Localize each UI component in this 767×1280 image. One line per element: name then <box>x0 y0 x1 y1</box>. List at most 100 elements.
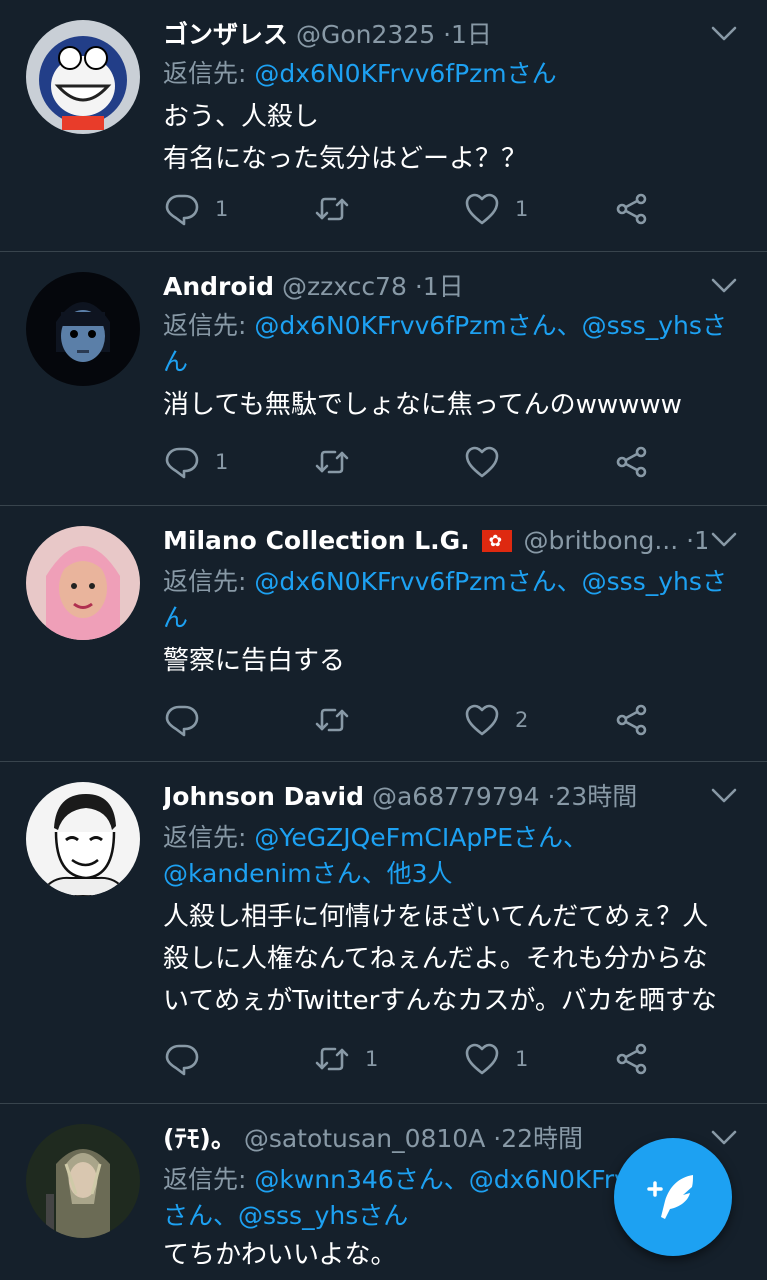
tweet-actions: 2 <box>163 700 663 740</box>
user-handle: @Gon2325 <box>295 20 436 49</box>
tweet-text-line: 有名になった気分はどーよ？？ <box>163 144 528 174</box>
reply-context: 返信先: @dx6N0KFrvv6fPzmさん、@sss_yhsさ ん <box>163 564 737 636</box>
timestamp: 23時間 <box>555 782 638 811</box>
like-button[interactable]: 1 <box>463 189 528 229</box>
user-handle: @britbong... <box>523 526 679 555</box>
timestamp: 1日 <box>451 20 492 49</box>
reply-label: 返信先: <box>163 567 247 596</box>
reply-label: 返信先: <box>163 1165 247 1194</box>
chevron-down-icon[interactable] <box>711 26 737 42</box>
display-name[interactable]: (ﾃﾓ)。 <box>163 1124 236 1153</box>
retweet-button[interactable] <box>313 700 365 740</box>
timestamp: 22時間 <box>501 1124 584 1153</box>
like-count: 1 <box>515 1047 529 1071</box>
tweet[interactable]: Android @zzxcc78 ·1日 返信先: @dx6N0KFrvv6fP… <box>0 252 767 506</box>
user-handle: @a68779794 <box>371 782 540 811</box>
like-button[interactable] <box>463 442 515 482</box>
chevron-down-icon[interactable] <box>711 278 737 294</box>
mention-link[interactable]: @kwnn346さん、@dx6N0KFrv <box>254 1165 629 1194</box>
reply-button[interactable]: 1 <box>163 442 228 482</box>
share-icon <box>613 701 651 739</box>
tweet-header: Johnson David @a68779794 ·23時間 <box>163 780 707 814</box>
tweet-text-line: おう、人殺し <box>163 102 320 132</box>
mention-link[interactable]: @YeGZJQeFmCIApPEさん、 <box>254 823 588 852</box>
mention-link[interactable]: @dx6N0KFrvv6fPzmさん <box>254 59 556 88</box>
tweet-actions: 1 1 <box>163 189 663 229</box>
reply-button[interactable] <box>163 700 215 740</box>
tweet-text: 消しても無駄でしょなに焦ってんのwwwww <box>163 384 741 426</box>
separator-dot: · <box>414 272 423 301</box>
timestamp: 1日 <box>422 272 464 301</box>
tweet-header: Milano Collection L.G. @britbong... ·1日 <box>163 524 707 558</box>
avatar[interactable] <box>26 526 140 640</box>
tweet-text-line: いてめぇがTwitterすんなカスが。バカを晒すな <box>163 986 717 1016</box>
retweet-button[interactable]: 1 <box>313 1039 378 1079</box>
like-button[interactable]: 2 <box>463 700 528 740</box>
avatar[interactable] <box>26 1124 140 1238</box>
like-count: 1 <box>515 197 529 221</box>
mention-link[interactable]: @dx6N0KFrvv6fPzmさん、@sss_yhsさ <box>254 567 727 596</box>
tweet[interactable]: Johnson David @a68779794 ·23時間 返信先: @YeG… <box>0 762 767 1104</box>
heart-icon <box>463 701 501 739</box>
share-button[interactable] <box>613 1039 651 1079</box>
separator-dot: · <box>443 20 452 49</box>
avatar[interactable] <box>26 782 140 896</box>
tweet-actions: 1 <box>163 442 663 482</box>
share-icon <box>613 443 651 481</box>
user-handle: @satotusan_0810A <box>243 1124 486 1153</box>
tweet-text-line: 警察に告白する <box>163 646 346 676</box>
retweet-button[interactable] <box>313 189 365 229</box>
like-button[interactable]: 1 <box>463 1039 528 1079</box>
display-name[interactable]: Android <box>163 272 274 301</box>
retweet-button[interactable] <box>313 442 365 482</box>
retweet-count: 1 <box>365 1047 379 1071</box>
heart-icon <box>463 1040 501 1078</box>
like-count: 2 <box>515 708 529 732</box>
reply-context: 返信先: @dx6N0KFrvv6fPzmさん <box>163 56 737 92</box>
share-button[interactable] <box>613 700 651 740</box>
tweet[interactable]: Milano Collection L.G. @britbong... ·1日 … <box>0 506 767 762</box>
tweet-actions: 1 1 <box>163 1039 663 1079</box>
share-icon <box>613 1040 651 1078</box>
tweet-text-line: 消しても無駄でしょなに焦ってんのwwwww <box>163 390 682 420</box>
reply-label: 返信先: <box>163 311 247 340</box>
reply-button[interactable]: 1 <box>163 189 228 229</box>
tweet-header: Android @zzxcc78 ·1日 <box>163 270 707 304</box>
reply-label: 返信先: <box>163 59 247 88</box>
avatar[interactable] <box>26 20 140 134</box>
display-name[interactable]: ゴンザレス <box>163 20 288 49</box>
mention-link[interactable]: ん <box>163 600 737 636</box>
heart-icon <box>463 190 501 228</box>
user-handle: @zzxcc78 <box>281 272 407 301</box>
reply-count: 1 <box>215 450 229 474</box>
chevron-down-icon[interactable] <box>711 532 737 548</box>
reply-count: 1 <box>215 197 229 221</box>
mention-link[interactable]: @kandenimさん、他3人 <box>163 856 737 892</box>
heart-icon <box>463 443 501 481</box>
reply-button[interactable] <box>163 1039 215 1079</box>
tweet[interactable]: ゴンザレス @Gon2325 ·1日 返信先: @dx6N0KFrvv6fPzm… <box>0 0 767 252</box>
tweet-header: (ﾃﾓ)。 @satotusan_0810A ·22時間 <box>163 1122 707 1156</box>
retweet-icon <box>313 443 351 481</box>
tweet-text-line: 殺しに人権なんてねぇんだよ。それも分からな <box>163 944 708 974</box>
hong-kong-flag-icon <box>481 530 512 552</box>
reply-icon <box>163 443 201 481</box>
retweet-icon <box>313 190 351 228</box>
avatar[interactable] <box>26 272 140 386</box>
compose-tweet-button[interactable] <box>614 1138 732 1256</box>
tweet-text: 人殺し相手に何情けをほざいてんだてめぇ？人 殺しに人権なんてねぇんだよ。それも分… <box>163 896 741 1022</box>
tweet-text-line: 人殺し相手に何情けをほざいてんだてめぇ？人 <box>163 902 709 932</box>
timestamp: 1日 <box>694 526 707 555</box>
mention-link[interactable]: ん <box>163 344 737 380</box>
share-button[interactable] <box>613 189 651 229</box>
share-button[interactable] <box>613 442 651 482</box>
chevron-down-icon[interactable] <box>711 788 737 804</box>
mention-link[interactable]: @dx6N0KFrvv6fPzmさん、@sss_yhsさ <box>254 311 727 340</box>
separator-dot: · <box>686 526 695 555</box>
display-name[interactable]: Milano Collection L.G. <box>163 526 470 555</box>
retweet-icon <box>313 701 351 739</box>
display-name[interactable]: Johnson David <box>163 782 364 811</box>
chevron-down-icon[interactable] <box>711 1130 737 1146</box>
reply-icon <box>163 190 201 228</box>
reply-context: 返信先: @dx6N0KFrvv6fPzmさん、@sss_yhsさ ん <box>163 308 737 380</box>
